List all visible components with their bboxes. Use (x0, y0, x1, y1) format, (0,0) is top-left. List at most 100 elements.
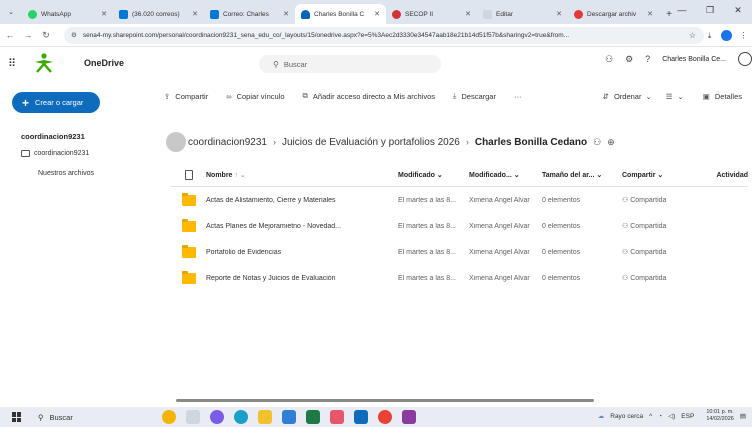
close-tab-icon[interactable]: ✕ (647, 10, 653, 18)
edge-icon[interactable] (234, 410, 248, 424)
windows-start-icon[interactable] (12, 412, 22, 422)
file-name[interactable]: Reporte de Notas y Juicios de Evaluación (206, 275, 398, 282)
account-name[interactable]: Charles Bonilla Ce... (662, 56, 726, 63)
suite-header: ⠿ OneDrive ⚲ Buscar ⚇ ⚙ ? Charles Bonill… (0, 47, 752, 79)
file-explorer-icon[interactable] (258, 410, 272, 424)
network-icon[interactable]: ◔ (658, 413, 662, 420)
chrome-icon[interactable] (378, 410, 392, 424)
shared-icon: ⚇ (622, 249, 631, 256)
tab-outlook-inbox[interactable]: (36.020 correos) ✕ (113, 4, 204, 24)
reload-icon[interactable]: ↻ (38, 30, 54, 41)
close-tab-icon[interactable]: ✕ (374, 10, 380, 18)
language-label[interactable]: ESP (681, 413, 694, 420)
copilot-icon[interactable] (210, 410, 224, 424)
excel-icon[interactable] (306, 410, 320, 424)
shared-icon: ⚇ (622, 275, 631, 282)
store-icon[interactable] (330, 410, 344, 424)
sharing-label: Compartida (630, 197, 667, 204)
maximize-icon[interactable]: ❐ (696, 0, 724, 20)
file-name[interactable]: Portafolio de Evidencias (206, 249, 398, 256)
file-name[interactable]: Actas Planes de Mejoramietno - Novedad..… (206, 223, 398, 230)
page-icon (483, 9, 492, 19)
bookmark-star-icon[interactable]: ☆ (684, 27, 701, 44)
share-network-icon[interactable]: ⚇ (605, 54, 613, 65)
add-shortcut-button[interactable]: ⧉ Añadir acceso directo a Mis archivos (303, 91, 436, 101)
account-avatar[interactable] (738, 52, 752, 66)
view-options-button[interactable]: ☰ ⌄ (666, 92, 689, 101)
size-column-header[interactable]: Tamaño del ar... ⌄ (542, 171, 622, 179)
create-upload-button[interactable]: + Crear o cargar (12, 92, 100, 113)
close-tab-icon[interactable]: ✕ (556, 10, 562, 18)
app-name[interactable]: OneDrive (84, 58, 124, 68)
weather-label[interactable]: Rayo cerca (610, 413, 643, 420)
shared-people-icon: ⚇ (593, 136, 602, 147)
table-row[interactable]: Actas de Alistamiento, Cierre y Material… (171, 187, 748, 213)
tab-title: (36.020 correos) (132, 10, 180, 18)
search-box[interactable]: ⚲ Buscar (259, 55, 441, 73)
details-label: Detalles (714, 91, 742, 101)
sharing-column-header[interactable]: Compartir ⌄ (622, 171, 698, 179)
sharing-status: ⚇ Compartida (622, 196, 698, 204)
teams-icon[interactable] (282, 410, 296, 424)
breadcrumb: coordinacion9231 › Juicios de Evaluación… (166, 130, 615, 154)
details-button[interactable]: ▣ Detalles (703, 92, 742, 101)
close-tab-icon[interactable]: ✕ (283, 10, 289, 18)
outlook-icon[interactable] (354, 410, 368, 424)
clock[interactable]: 10:01 p. m. 14/02/2026 (700, 409, 734, 423)
notifications-icon[interactable]: ▤ (740, 412, 746, 420)
tab-secop[interactable]: SECOP II ✕ (386, 4, 477, 24)
download-button[interactable]: ⤓ Descargar (453, 91, 496, 101)
modified-by-column-header[interactable]: Modificado... ⌄ (469, 171, 542, 179)
sharing-label: Compartida (630, 223, 667, 230)
tab-onedrive[interactable]: Charles Bonilla C ✕ (295, 4, 386, 24)
breadcrumb-current: Charles Bonilla Cedano (474, 136, 588, 148)
file-name[interactable]: Actas de Alistamiento, Cierre y Material… (206, 197, 398, 204)
volume-icon[interactable]: ◁) (668, 412, 675, 420)
modified-by: Ximena Angel Alvar (469, 196, 530, 204)
name-column-header[interactable]: Nombre ↑ ⌄ (206, 171, 398, 179)
minimize-icon[interactable]: — (668, 0, 696, 20)
menu-dots-icon[interactable]: ⋮ (735, 27, 752, 44)
widgets-icon[interactable] (162, 410, 176, 424)
tab-editar[interactable]: Editar ✕ (477, 4, 568, 24)
share-button[interactable]: ⇪ Compartir (164, 92, 208, 101)
horizontal-scrollbar[interactable] (176, 399, 594, 402)
downloads-icon[interactable]: ⤓ (701, 27, 718, 44)
sidebar-item-our-files[interactable]: Nuestros archivos (38, 170, 94, 177)
app-launcher-icon[interactable]: ⠿ (8, 57, 30, 70)
breadcrumb-root[interactable]: coordinacion9231 (188, 137, 267, 148)
sena-logo (30, 51, 58, 75)
help-icon[interactable]: ? (645, 54, 650, 64)
close-tab-icon[interactable]: ✕ (465, 10, 471, 18)
url-field[interactable]: ⚙ sena4-my.sharepoint.com/personal/coord… (64, 26, 704, 44)
close-window-icon[interactable]: ✕ (724, 0, 752, 20)
tab-search-icon[interactable]: ⌄ (0, 0, 22, 24)
breadcrumb-parent[interactable]: Juicios de Evaluación y portafolios 2026 (282, 137, 460, 148)
profile-avatar[interactable] (721, 30, 732, 41)
tab-whatsapp[interactable]: WhatsApp ✕ (22, 4, 113, 24)
chevron-up-icon[interactable]: ^ (649, 413, 652, 420)
tab-outlook-mail[interactable]: Correo: Charles ✕ (204, 4, 295, 24)
modified-column-header[interactable]: Modificado ⌄ (398, 171, 469, 179)
copy-link-button[interactable]: ∞ Copiar vínculo (226, 92, 284, 101)
more-button[interactable]: ··· (514, 92, 522, 101)
table-row[interactable]: Actas Planes de Mejoramietno - Novedad..… (171, 213, 748, 239)
sort-button[interactable]: ⇵ Ordenar ⌄ (603, 92, 652, 101)
tab-descargar[interactable]: Descargar archiv ✕ (568, 4, 659, 24)
close-tab-icon[interactable]: ✕ (192, 10, 198, 18)
close-tab-icon[interactable]: ✕ (101, 10, 107, 18)
file-type-header[interactable] (171, 170, 206, 180)
winrar-icon[interactable] (402, 410, 416, 424)
taskbar-search[interactable]: ⚲ Buscar (38, 413, 73, 422)
sidebar-item-folder[interactable]: coordinacion9231 (21, 150, 89, 157)
sort-ascending-icon: ↑ ⌄ (234, 172, 246, 179)
activity-column-header[interactable]: Actividad (698, 172, 748, 179)
table-row[interactable]: Reporte de Notas y Juicios de Evaluación… (171, 265, 748, 291)
back-icon[interactable]: ← (2, 30, 18, 40)
forward-icon[interactable]: → (20, 30, 36, 40)
site-info-icon[interactable]: ⚙ (71, 31, 77, 39)
settings-gear-icon[interactable]: ⚙ (625, 54, 633, 65)
share-icon: ⇪ (164, 91, 171, 101)
table-row[interactable]: Portafolio de Evidencias El martes a las… (171, 239, 748, 265)
task-view-icon[interactable] (186, 410, 200, 424)
